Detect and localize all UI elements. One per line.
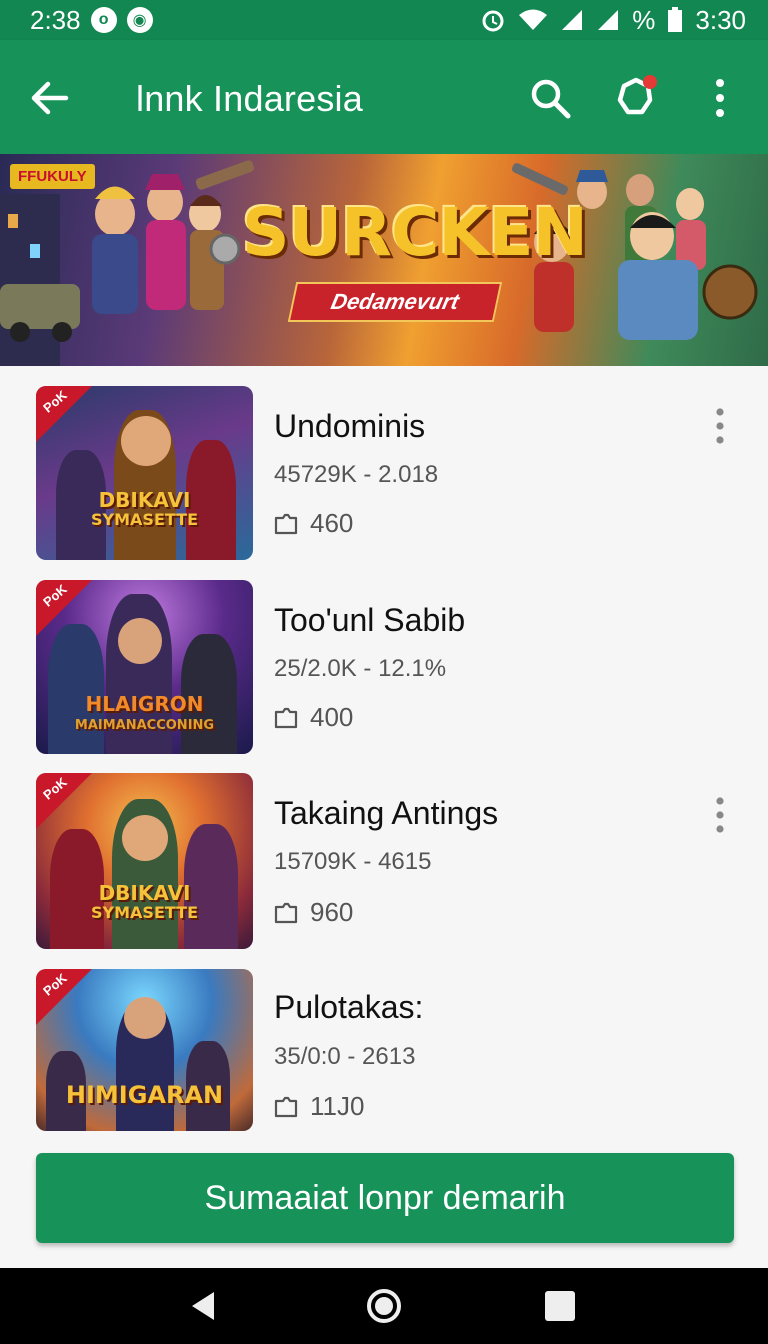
folder-icon — [274, 902, 298, 923]
featured-banner[interactable]: FFUKULY SURCKEN Dedamevurt — [0, 154, 768, 366]
nav-recents-icon[interactable] — [540, 1286, 580, 1326]
notification-app-icon: o — [90, 7, 117, 33]
item-count: 11J0 — [274, 1091, 364, 1122]
item-title: Too'unl Sabib — [274, 602, 466, 638]
folder-icon — [274, 707, 298, 728]
thumbnail-logo-line1: DBIKAVI — [98, 881, 191, 905]
notification-globe-icon: ◉ — [126, 7, 153, 33]
item-more-icon[interactable] — [706, 795, 734, 835]
primary-action-button[interactable]: Sumaaiat lonpr demarih — [36, 1153, 734, 1243]
banner-tag: FFUKULY — [10, 164, 95, 189]
status-bar: 2:38 o ◉ % 3:30 — [0, 0, 768, 40]
signal-icon — [560, 8, 584, 32]
item-meta: 15709K - 4615 — [274, 848, 432, 875]
nav-back-icon[interactable] — [184, 1286, 224, 1326]
more-options-icon[interactable] — [704, 76, 736, 120]
app-bar: lnnk Indaresia — [0, 40, 768, 154]
item-more-icon[interactable] — [706, 406, 734, 446]
thumbnail-logo-line2: SYMASETTE — [91, 510, 198, 529]
item-count: 960 — [274, 897, 353, 928]
banner-ribbon: Dedamevurt — [287, 282, 503, 322]
page-title: lnnk Indaresia — [136, 78, 363, 119]
battery-icon — [667, 7, 683, 33]
item-thumbnail: HLAIGRON MAIMANACCONING PoK — [36, 580, 253, 754]
thumbnail-logo-line1: HIMIGARAN — [65, 1081, 224, 1109]
item-count-value: 460 — [310, 508, 354, 538]
item-thumbnail: HIMIGARAN PoK — [36, 969, 253, 1131]
back-arrow-icon[interactable] — [28, 76, 72, 120]
item-title: Undominis — [274, 408, 426, 444]
item-count-value: 960 — [310, 897, 354, 927]
search-icon[interactable] — [528, 76, 572, 120]
item-meta: 35/0:0 - 2613 — [274, 1043, 416, 1070]
item-title: Pulotakas: — [274, 989, 424, 1025]
item-title: Takaing Antings — [274, 795, 499, 831]
extensions-icon[interactable] — [612, 72, 660, 120]
item-count: 460 — [274, 508, 353, 539]
system-nav-bar — [0, 1268, 768, 1344]
battery-percent-text: % — [632, 4, 656, 35]
thumbnail-logo-line1: DBIKAVI — [98, 488, 191, 512]
item-thumbnail: DBIKAVI SYMASETTE PoK — [36, 773, 253, 949]
thumbnail-logo-line2: MAIMANACCONING — [74, 718, 215, 733]
list-item[interactable]: DBIKAVI SYMASETTE PoK Undominis 45729K -… — [0, 384, 768, 564]
banner-logo-text: SURCKEN — [242, 194, 588, 271]
alarm-icon — [480, 7, 506, 33]
signal-2-icon — [596, 8, 620, 32]
item-count-value: 11J0 — [310, 1091, 365, 1121]
item-thumbnail: DBIKAVI SYMASETTE PoK — [36, 386, 253, 560]
thumbnail-logo-line2: SYMASETTE — [91, 903, 198, 922]
list-item[interactable]: HIMIGARAN PoK Pulotakas: 35/0:0 - 2613 1… — [0, 967, 768, 1147]
item-count-value: 400 — [310, 702, 354, 732]
folder-icon — [274, 1096, 298, 1117]
status-time-left: 2:38 — [30, 4, 81, 35]
thumbnail-logo-line1: HLAIGRON — [85, 692, 204, 716]
item-meta: 25/2.0K - 12.1% — [274, 655, 447, 682]
status-time-right: 3:30 — [695, 4, 746, 35]
folder-icon — [274, 513, 298, 534]
item-meta: 45729K - 2.018 — [274, 461, 439, 488]
wifi-icon — [518, 8, 548, 32]
list-item[interactable]: HLAIGRON MAIMANACCONING PoK Too'unl Sabi… — [0, 578, 768, 758]
nav-home-icon[interactable] — [364, 1286, 404, 1326]
item-count: 400 — [274, 702, 353, 733]
list-item[interactable]: DBIKAVI SYMASETTE PoK Takaing Antings 15… — [0, 771, 768, 951]
